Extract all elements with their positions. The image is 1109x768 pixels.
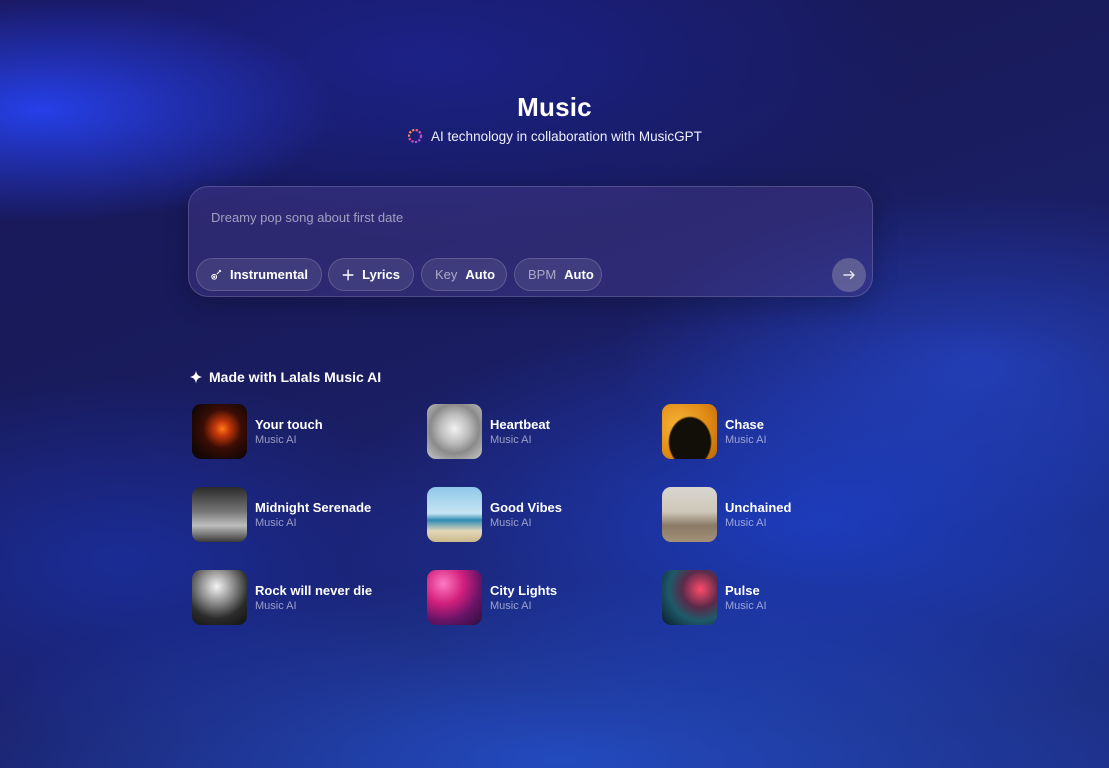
instrumental-label: Instrumental [229,267,308,282]
track-title: Midnight Serenade [255,499,372,515]
track-title: Good Vibes [490,499,562,515]
track-cover [662,403,717,459]
track-cover [192,569,247,625]
bpm-value: Auto [564,267,594,282]
page-subtitle: AI technology in collaboration with Musi… [407,128,702,144]
instrumental-toggle-button[interactable]: Instrumental [196,258,322,291]
track-subtitle: Music AI [255,433,297,446]
track-title: Pulse [725,582,760,598]
track-subtitle: Music AI [490,433,532,446]
track-title: Unchained [725,499,792,515]
track-title: Heartbeat [490,416,550,432]
page-header: Music AI technology in collaboration wit… [0,92,1109,149]
plus-icon [342,269,354,280]
track-subtitle: Music AI [490,599,532,612]
track-title: City Lights [490,582,558,598]
track-item[interactable]: City Lights Music AI [427,569,637,625]
track-subtitle: Music AI [255,599,297,612]
track-subtitle: Music AI [725,516,767,529]
send-button[interactable] [832,258,866,292]
track-cover [192,403,247,459]
track-subtitle: Music AI [725,599,767,612]
track-item[interactable]: Midnight Serenade Music AI [192,486,402,542]
track-title: Your touch [255,416,323,432]
showcase-title: Made with Lalals Music AI [209,369,382,385]
showcase-heading: Made with Lalals Music AI [189,369,381,385]
key-select[interactable]: Key Auto [421,258,507,291]
ring-logo-icon [407,128,423,144]
key-value: Auto [465,267,496,282]
track-title: Chase [725,416,765,432]
track-cover [662,569,717,625]
track-item[interactable]: Unchained Music AI [662,486,872,542]
arrow-right-icon [843,270,855,280]
track-cover [427,403,482,459]
track-item[interactable]: Chase Music AI [662,403,872,459]
track-cover [662,486,717,542]
track-subtitle: Music AI [725,433,767,446]
guitar-icon [211,269,222,280]
bpm-label: BPM [528,267,557,282]
track-subtitle: Music AI [490,516,532,529]
track-cover [427,486,482,542]
subtitle-text: AI technology in collaboration with Musi… [431,128,702,144]
track-subtitle: Music AI [255,516,297,529]
track-item[interactable]: Rock will never die Music AI [192,569,402,625]
track-title: Rock will never die [255,582,373,598]
track-item[interactable]: Good Vibes Music AI [427,486,637,542]
prompt-input[interactable] [209,209,833,226]
bpm-select[interactable]: BPM Auto [514,258,602,291]
sparkle-icon [189,370,203,384]
add-lyrics-button[interactable]: Lyrics [328,258,414,291]
track-cover [427,569,482,625]
key-label: Key [435,267,458,282]
track-item[interactable]: Heartbeat Music AI [427,403,637,459]
prompt-box: Instrumental Lyrics Key Auto BPM Auto [188,186,873,297]
lyrics-label: Lyrics [362,267,400,282]
track-item[interactable]: Pulse Music AI [662,569,872,625]
page-title: Music [517,92,592,122]
track-cover [192,486,247,542]
track-item[interactable]: Your touch Music AI [192,403,402,459]
